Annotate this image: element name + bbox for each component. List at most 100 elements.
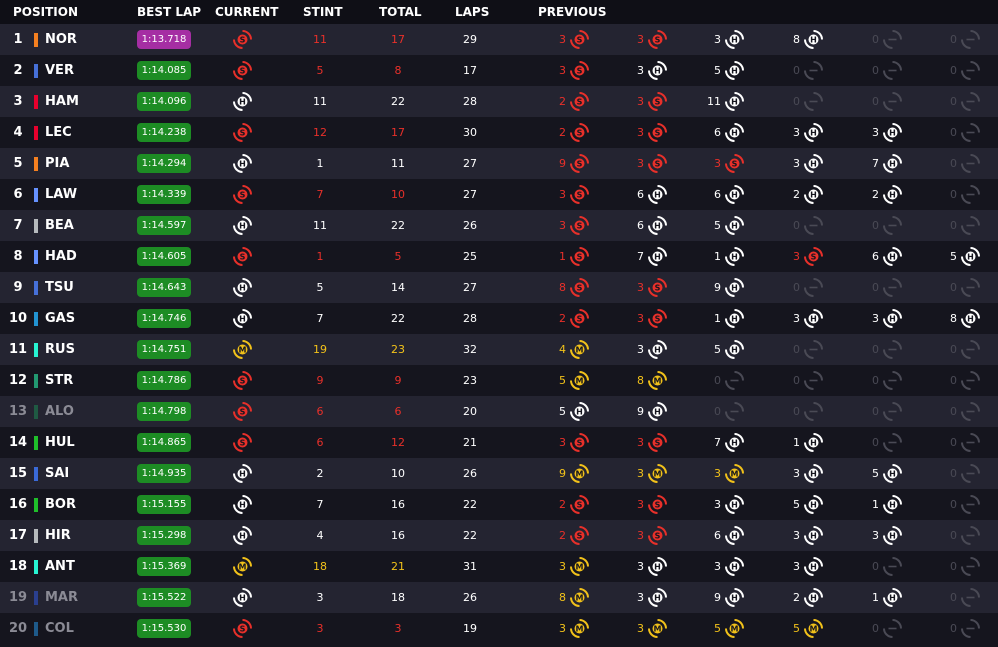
table-row[interactable]: 12 STR 1:14.786 S 9 9 23 5 M 8 M 0 0 0 0 [0, 365, 998, 396]
svg-text:H: H [889, 160, 896, 169]
table-row[interactable]: 17 HIR 1:15.298 H 4 16 22 2 S 3 S 6 H 3 H 3 H 0 [0, 520, 998, 551]
header-total: TOTAL [379, 5, 422, 19]
table-row[interactable]: 15 SAI 1:14.935 H 2 10 26 9 M 3 M 3 M 3 H 5 H 0 [0, 458, 998, 489]
table-row[interactable]: 2 VER 1:14.085 S 5 8 17 3 S 3 H 5 H 0 0 0 [0, 55, 998, 86]
previous-stint: 2S [510, 86, 590, 117]
stint-laps: 7 [316, 188, 324, 201]
previous-stint-laps: 0 [872, 622, 879, 635]
previous-stint-laps: 0 [714, 405, 721, 418]
table-row[interactable]: 14 HUL 1:14.865 S 6 12 21 3 S 3 S 7 H 1 H 0 0 [0, 427, 998, 458]
svg-text:H: H [731, 346, 738, 355]
best-lap-time: 1:14.085 [137, 61, 191, 80]
laps-count: 26 [463, 591, 477, 604]
svg-text:M: M [239, 563, 247, 572]
position-number: 2 [13, 63, 23, 78]
best-lap-time: 1:14.935 [137, 464, 191, 483]
previous-stint: 7H [665, 427, 745, 458]
position-number: 10 [8, 311, 28, 326]
previous-stint: 0 [901, 613, 981, 644]
previous-stint: 6H [823, 241, 903, 272]
svg-text:H: H [731, 222, 738, 231]
table-row[interactable]: 19 MAR 1:15.522 H 3 18 26 8 M 3 H 9 H 2 H 1 H 0 [0, 582, 998, 613]
previous-stint: 5M [665, 613, 745, 644]
stint-laps: 4 [316, 529, 324, 542]
position-number: 17 [8, 528, 28, 543]
previous-stint-laps: 0 [714, 374, 721, 387]
previous-stint-laps: 5 [793, 622, 800, 635]
hard-tyre-icon: H [724, 184, 745, 205]
table-row[interactable]: 5 PIA 1:14.294 H 1 11 27 9 S 3 S 3 S 3 H 7 H 0 [0, 148, 998, 179]
previous-stint-laps: 6 [872, 250, 879, 263]
empty-tyre-icon [960, 29, 981, 50]
hard-tyre-icon: H [803, 494, 824, 515]
previous-stint-laps: 1 [872, 498, 879, 511]
laps-count: 20 [463, 405, 477, 418]
svg-text:S: S [577, 532, 583, 541]
previous-stint-laps: 1 [714, 250, 721, 263]
previous-stint: 3H [823, 117, 903, 148]
svg-text:H: H [810, 501, 817, 510]
empty-tyre-icon [882, 60, 903, 81]
svg-text:H: H [239, 594, 246, 603]
table-row[interactable]: 7 BEA 1:14.597 H 11 22 26 3 S 6 H 5 H 0 0 0 [0, 210, 998, 241]
driver-abbreviation: NOR [45, 32, 77, 47]
table-row[interactable]: 13 ALO 1:14.798 S 6 6 20 5 H 9 H 0 0 0 0 [0, 396, 998, 427]
table-row[interactable]: 10 GAS 1:14.746 H 7 22 28 2 S 3 S 1 H 3 H 3 H 8 H [0, 303, 998, 334]
header-position: POSITION [13, 5, 78, 19]
previous-stint: 3H [823, 520, 903, 551]
previous-stint-laps: 0 [950, 529, 957, 542]
hard-tyre-icon: H [724, 525, 745, 546]
svg-text:H: H [654, 408, 661, 417]
previous-stint: 0 [901, 86, 981, 117]
header-stint: STINT [303, 5, 343, 19]
svg-text:S: S [577, 253, 583, 262]
hard-tyre-icon: H [960, 246, 981, 267]
previous-stint: 0 [901, 55, 981, 86]
position-number: 19 [8, 590, 28, 605]
soft-tyre-icon: S [724, 153, 745, 174]
previous-stint: 0 [901, 551, 981, 582]
svg-text:H: H [889, 129, 896, 138]
table-row[interactable]: 8 HAD 1:14.605 S 1 5 25 1 S 7 H 1 H 3 S 6 H 5 H [0, 241, 998, 272]
previous-stint: 0 [744, 210, 824, 241]
table-row[interactable]: 20 COL 1:15.530 S 3 3 19 3 M 3 M 5 M 5 M 0 0 [0, 613, 998, 644]
empty-tyre-icon [960, 432, 981, 453]
table-row[interactable]: 6 LAW 1:14.339 S 7 10 27 3 S 6 H 6 H 2 H 2 H 0 [0, 179, 998, 210]
team-color-bar [34, 498, 38, 512]
table-row[interactable]: 1 NOR 1:13.718 S 11 17 29 3 S 3 S 3 H 8 H 0 0 [0, 24, 998, 55]
stint-laps: 2 [316, 467, 324, 480]
previous-stint-laps: 3 [637, 312, 644, 325]
previous-stint-laps: 3 [793, 312, 800, 325]
previous-stint-laps: 0 [872, 33, 879, 46]
stint-laps: 11 [313, 33, 327, 46]
previous-stint: 0 [665, 396, 745, 427]
previous-stint: 0 [744, 272, 824, 303]
soft-tyre-icon: S [232, 29, 253, 50]
hard-tyre-icon: H [882, 463, 903, 484]
team-color-bar [34, 467, 38, 481]
previous-stint: 3M [510, 613, 590, 644]
table-row[interactable]: 9 TSU 1:14.643 H 5 14 27 8 S 3 S 9 H 0 0 0 [0, 272, 998, 303]
svg-text:H: H [889, 501, 896, 510]
previous-stint: 6H [665, 179, 745, 210]
table-row[interactable]: 3 HAM 1:14.096 H 11 22 28 2 S 3 S 11 H 0 0 0 [0, 86, 998, 117]
table-row[interactable]: 4 LEC 1:14.238 S 12 17 30 2 S 3 S 6 H 3 H 3 H 0 [0, 117, 998, 148]
empty-tyre-icon [960, 339, 981, 360]
laps-count: 22 [463, 529, 477, 542]
best-lap-time: 1:15.155 [137, 495, 191, 514]
previous-stint-laps: 3 [559, 33, 566, 46]
total-laps: 14 [391, 281, 405, 294]
table-row[interactable]: 11 RUS 1:14.751 M 19 23 32 4 M 3 H 5 H 0 0 0 [0, 334, 998, 365]
svg-text:H: H [810, 532, 817, 541]
svg-text:S: S [240, 36, 246, 45]
previous-stint-laps: 5 [559, 405, 566, 418]
table-row[interactable]: 18 ANT 1:15.369 M 18 21 31 3 M 3 H 3 H 3 H 0 0 [0, 551, 998, 582]
previous-stint-laps: 3 [637, 560, 644, 573]
previous-stint: 0 [744, 365, 824, 396]
previous-stint-laps: 0 [950, 560, 957, 573]
team-color-bar [34, 591, 38, 605]
previous-stint: 2H [744, 179, 824, 210]
previous-stint: 3S [588, 427, 668, 458]
table-row[interactable]: 16 BOR 1:15.155 H 7 16 22 2 S 3 S 3 H 5 H 1 H 0 [0, 489, 998, 520]
previous-stint-laps: 3 [714, 560, 721, 573]
